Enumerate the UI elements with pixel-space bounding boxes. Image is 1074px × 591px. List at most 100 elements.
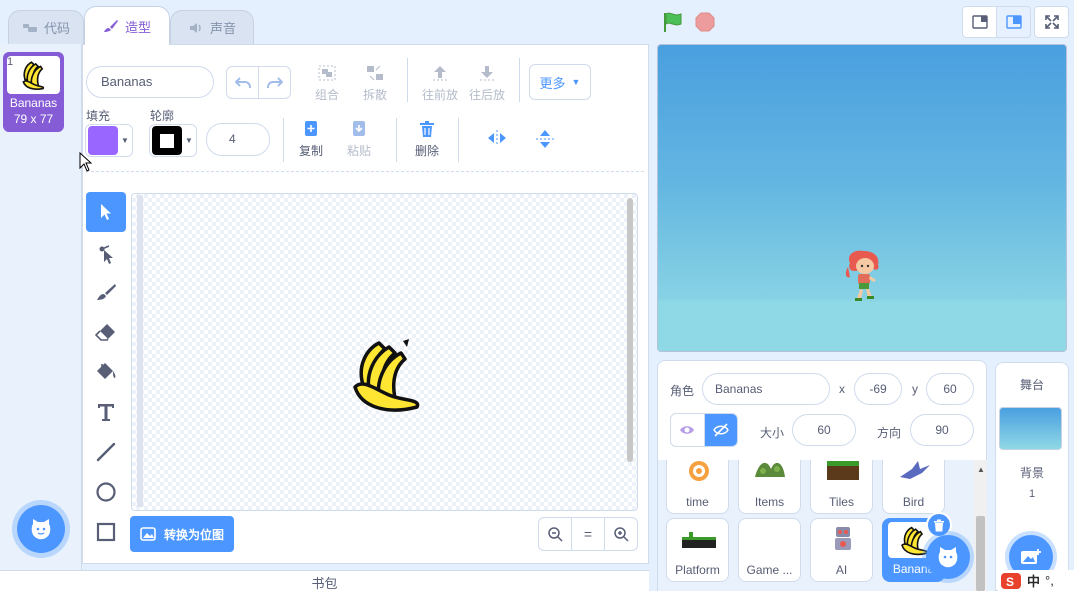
ungroup-button[interactable]: 拆散 <box>359 64 391 103</box>
backward-button[interactable]: 往后放 <box>468 64 506 103</box>
redo-button[interactable] <box>259 67 290 98</box>
y-label: y <box>912 382 918 396</box>
stop-icon <box>695 12 715 32</box>
tab-costumes[interactable]: 造型 <box>84 6 170 45</box>
cat-icon <box>938 547 958 568</box>
zoom-in-button[interactable] <box>605 518 637 550</box>
separator <box>519 58 520 102</box>
costume-item[interactable]: 1 Bananas 79 x 77 <box>3 52 64 132</box>
outline-width-input[interactable]: 4 <box>206 123 270 156</box>
small-stage-icon <box>971 15 988 29</box>
text-icon <box>98 404 114 421</box>
brush-icon <box>103 19 119 33</box>
large-stage-button[interactable] <box>996 6 1031 38</box>
costume-thumbnail <box>7 56 60 94</box>
stage[interactable] <box>657 44 1067 352</box>
sprite-list-scrollbar[interactable]: ▲ <box>974 460 987 591</box>
large-stage-icon <box>1005 15 1022 29</box>
tab-sounds[interactable]: 声音 <box>170 10 254 44</box>
reshape-tool[interactable] <box>86 234 126 274</box>
backpack-header[interactable]: 书包 <box>0 570 649 591</box>
fullscreen-icon <box>1044 15 1059 29</box>
character-sprite[interactable] <box>844 249 884 306</box>
sprite-tile-ai[interactable]: AI <box>810 518 873 582</box>
sprite-tile-tiles[interactable]: Tiles <box>810 460 873 514</box>
tab-code[interactable]: 代码 <box>8 10 84 44</box>
visibility-toggle <box>670 413 738 447</box>
fullscreen-button[interactable] <box>1034 6 1069 38</box>
undo-button[interactable] <box>227 67 259 98</box>
tab-code-label: 代码 <box>43 21 70 36</box>
scrollbar-thumb[interactable] <box>976 516 985 591</box>
separator <box>407 58 408 102</box>
sprite-tile-items[interactable]: Items <box>738 460 801 514</box>
fill-swatch <box>88 126 118 155</box>
code-icon <box>22 21 38 35</box>
sprite-tile-platform[interactable]: Platform <box>666 518 729 582</box>
undo-icon <box>234 76 251 88</box>
canvas-horizontal-scrollbar[interactable] <box>137 195 143 507</box>
sprite-thumbnail <box>827 461 859 480</box>
group-button[interactable]: 组合 <box>311 64 343 103</box>
direction-input[interactable]: 90 <box>910 414 974 446</box>
more-button[interactable]: 更多 ▼ <box>529 64 591 100</box>
line-tool[interactable] <box>86 432 126 472</box>
sprite-tile-bird[interactable]: Bird <box>882 460 945 514</box>
divider <box>86 171 644 172</box>
costume-name-input[interactable]: Bananas <box>86 66 214 98</box>
fill-tool[interactable] <box>86 352 126 392</box>
paste-button[interactable]: 粘贴 <box>344 120 374 159</box>
svg-text:S: S <box>1006 575 1014 589</box>
y-input[interactable]: 60 <box>926 373 974 405</box>
costume-name: Bananas <box>9 96 58 110</box>
caret-down-icon: ▼ <box>185 136 193 145</box>
choose-sprite-button[interactable] <box>926 535 970 579</box>
sprite-tile-time[interactable]: time <box>666 460 729 514</box>
canvas-vertical-scrollbar[interactable] <box>627 198 633 462</box>
sprite-tile-game[interactable]: Game ... <box>738 518 801 582</box>
line-icon <box>96 442 116 462</box>
undo-redo-group <box>226 66 291 99</box>
delete-button[interactable]: 删除 <box>412 120 442 159</box>
sprite-name-input[interactable]: Bananas <box>702 373 830 405</box>
convert-to-bitmap-button[interactable]: 转换为位图 <box>130 516 234 552</box>
sogou-logo-icon: S <box>1001 572 1021 589</box>
bananas-drawing[interactable] <box>344 335 426 416</box>
caret-down-icon: ▼ <box>571 77 581 87</box>
speaker-icon <box>188 21 204 35</box>
zoom-reset-button[interactable]: = <box>572 518 605 550</box>
redo-icon <box>266 76 283 88</box>
backdrop-count: 1 <box>1028 488 1036 500</box>
stage-title: 舞台 <box>1019 378 1044 392</box>
paint-bucket-icon <box>97 363 116 379</box>
flip-horizontal-button[interactable] <box>486 129 508 150</box>
flip-vertical-icon <box>536 130 554 148</box>
eraser-tool[interactable] <box>86 312 126 352</box>
select-tool[interactable] <box>86 192 126 232</box>
size-input[interactable]: 60 <box>792 414 856 446</box>
zoom-out-button[interactable] <box>539 518 572 550</box>
forward-button[interactable]: 往前放 <box>421 64 459 103</box>
copy-icon <box>301 120 321 138</box>
x-input[interactable]: -69 <box>854 373 902 405</box>
sprite-thumbnail <box>755 462 785 477</box>
ime-indicator[interactable]: S 中 °, <box>998 570 1074 591</box>
text-tool[interactable] <box>86 392 126 432</box>
show-button[interactable] <box>671 414 705 446</box>
outline-color-picker[interactable]: ▼ <box>149 124 197 157</box>
hide-button[interactable] <box>704 414 737 446</box>
flip-horizontal-icon <box>488 130 506 146</box>
brush-tool[interactable] <box>86 272 126 312</box>
stop-button[interactable] <box>695 12 715 32</box>
copy-button[interactable]: 复制 <box>296 120 326 159</box>
rectangle-tool[interactable] <box>86 512 126 552</box>
group-icon <box>317 64 337 82</box>
flip-vertical-button[interactable] <box>535 128 555 153</box>
green-flag-button[interactable] <box>662 11 684 33</box>
image-icon <box>140 527 156 541</box>
choose-costume-button[interactable] <box>17 505 65 553</box>
bananas-icon <box>353 339 420 412</box>
paste-icon <box>349 120 369 138</box>
small-stage-button[interactable] <box>962 6 997 38</box>
circle-tool[interactable] <box>86 472 126 512</box>
